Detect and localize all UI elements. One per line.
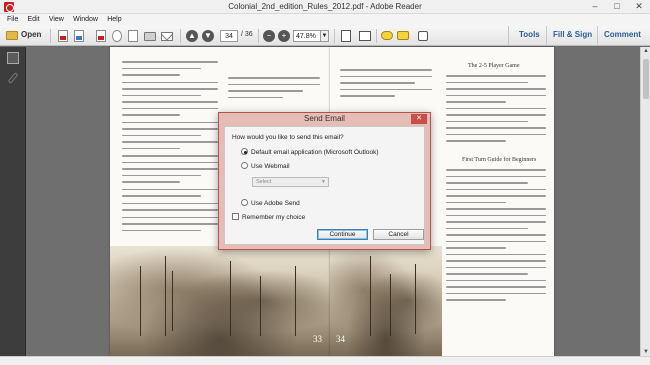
folder-icon (6, 31, 18, 40)
example-note (340, 69, 432, 102)
option-label: Use Adobe Send (251, 200, 300, 207)
chevron-down-icon: ▼ (321, 179, 326, 185)
full-screen-icon[interactable] (359, 31, 371, 41)
option-label: Use Webmail (251, 163, 290, 170)
zoom-in-button[interactable]: + (278, 30, 290, 42)
menu-window[interactable]: Window (66, 14, 98, 26)
window-title: Colonial_2nd_edition_Rules_2012.pdf - Ad… (228, 2, 422, 11)
continue-button[interactable]: Continue (317, 229, 368, 240)
fill-sign-tab[interactable]: Fill & Sign (553, 30, 592, 39)
radio-button[interactable] (241, 199, 248, 206)
save-icon[interactable] (128, 30, 138, 42)
dialog-body: How would you like to send this email? D… (224, 126, 425, 245)
option-label: Default email application (Microsoft Out… (251, 149, 379, 156)
cancel-button[interactable]: Cancel (373, 229, 424, 240)
create-pdf-icon[interactable] (58, 30, 68, 42)
page-number-left: 33 (313, 334, 322, 344)
dialog-question: How would you like to send this email? (232, 134, 344, 141)
maximize-button[interactable]: □ (606, 0, 628, 14)
option-default-email[interactable]: Default email application (Microsoft Out… (241, 148, 379, 156)
scroll-up-icon[interactable]: ▲ (643, 48, 649, 54)
dialog-title: Send Email (304, 114, 345, 123)
close-window-button[interactable]: ✕ (628, 0, 650, 14)
status-bar (0, 356, 650, 365)
remember-label: Remember my choice (242, 214, 306, 221)
highlight-icon[interactable] (397, 31, 409, 40)
text-column (446, 169, 546, 306)
example-note (228, 77, 320, 103)
webmail-select[interactable]: Select ▼ (252, 177, 329, 187)
toolbar-separator (508, 26, 509, 46)
menu-view[interactable]: View (42, 14, 64, 26)
page-number-input[interactable]: 34 (220, 30, 238, 42)
attachments-icon[interactable] (7, 72, 19, 84)
send-email-dialog: Send Email ✕ How would you like to send … (218, 112, 431, 250)
dialog-close-button[interactable]: ✕ (411, 114, 427, 124)
open-label: Open (21, 30, 42, 39)
vertical-scrollbar[interactable]: ▲ ▼ (640, 47, 650, 356)
navigation-pane (0, 47, 26, 356)
open-button[interactable]: Open (6, 29, 46, 43)
scroll-down-icon[interactable]: ▼ (643, 349, 649, 355)
page-total: / 36 (241, 31, 253, 38)
page-thumbnails-icon[interactable] (7, 52, 19, 64)
next-page-icon[interactable]: ▼ (202, 30, 214, 42)
zoom-level-input[interactable]: 47.8% (293, 30, 321, 42)
menu-edit[interactable]: Edit (21, 14, 40, 26)
scroll-thumb[interactable] (643, 59, 649, 99)
option-webmail[interactable]: Use Webmail (241, 162, 290, 170)
edit-pdf-icon[interactable] (96, 30, 106, 42)
export-pdf-icon[interactable] (74, 30, 84, 42)
fit-page-icon[interactable] (341, 30, 351, 42)
page-number-right: 34 (336, 334, 345, 344)
toolbar-separator (376, 29, 377, 43)
option-adobe-send[interactable]: Use Adobe Send (241, 199, 300, 207)
battle-illustration-right (330, 246, 442, 356)
title-bar: Colonial_2nd_edition_Rules_2012.pdf - Ad… (0, 0, 650, 14)
toolbar-separator (597, 26, 598, 46)
cloud-icon[interactable] (112, 30, 122, 42)
menu-bar: File Edit View Window Help (0, 14, 650, 26)
checkbox[interactable] (232, 213, 239, 220)
print-icon[interactable] (144, 32, 156, 41)
heading-first-turn-guide: First Turn Guide for Beginners (462, 157, 537, 163)
email-icon[interactable] (161, 32, 173, 41)
webmail-select-value: Select (256, 179, 272, 185)
toolbar-separator (180, 29, 181, 43)
tools-tab[interactable]: Tools (519, 30, 540, 39)
toolbar-separator (258, 29, 259, 43)
text-column (122, 61, 218, 236)
toolbar-separator (334, 29, 335, 43)
radio-button[interactable] (241, 148, 248, 155)
text-column (446, 75, 546, 147)
heading-2-5-player-game: The 2-5 Player Game (468, 63, 520, 69)
menu-file[interactable]: File (0, 14, 18, 26)
sign-icon[interactable] (418, 31, 428, 41)
comment-bubble-icon[interactable] (381, 31, 393, 40)
comment-tab[interactable]: Comment (604, 30, 641, 39)
zoom-dropdown-icon[interactable]: ▼ (321, 30, 329, 42)
menu-help[interactable]: Help (100, 14, 121, 26)
remember-choice-checkbox[interactable]: Remember my choice (232, 213, 305, 221)
toolbar-separator (50, 29, 51, 43)
minimize-button[interactable]: – (584, 0, 606, 14)
radio-button[interactable] (241, 162, 248, 169)
battle-illustration-left (110, 246, 330, 356)
toolbar-separator (546, 26, 547, 46)
zoom-out-button[interactable]: − (263, 30, 275, 42)
previous-page-icon[interactable]: ▲ (186, 30, 198, 42)
